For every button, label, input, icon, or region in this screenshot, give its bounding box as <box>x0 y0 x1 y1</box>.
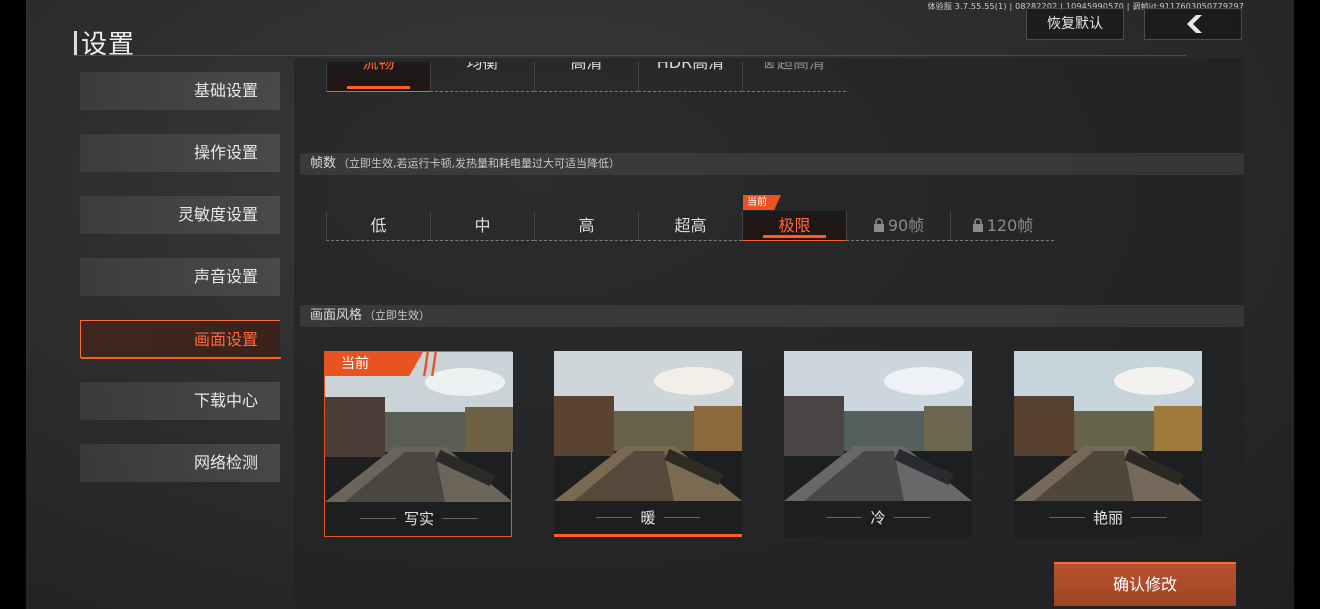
restore-defaults-button[interactable]: 恢复默认 <box>1026 8 1124 40</box>
label-dash <box>359 518 396 519</box>
framerate-option-label: 90帧 <box>887 216 925 235</box>
lock-icon <box>873 218 884 232</box>
sidebar-item-graphics[interactable]: 画面设置 <box>80 320 281 359</box>
framerate-option-low[interactable]: 低 <box>326 211 430 241</box>
quality-option-hdr[interactable]: HDR高清 <box>638 62 742 92</box>
label-dash <box>1131 517 1167 518</box>
sidebar-item-downloads[interactable]: 下载中心 <box>80 382 280 420</box>
label-dash <box>1048 517 1085 518</box>
label-dash <box>663 517 700 518</box>
quality-tabs: 流畅 均衡 高清 HDR高清 ⊠ 超高清 <box>326 62 846 92</box>
style-card-label: 写实 <box>325 504 513 536</box>
framerate-note: （立即生效,若运行卡顿,发热量和耗电量过大可适当降低） <box>338 157 621 170</box>
sidebar-item-basic[interactable]: 基础设置 <box>80 72 280 110</box>
framerate-title: 帧数 <box>310 156 337 171</box>
quality-option-label: HDR高清 <box>656 62 725 72</box>
chevron-left-icon <box>1187 15 1202 33</box>
sidebar-item-sensitivity[interactable]: 灵敏度设置 <box>80 196 280 234</box>
style-card-text: 艳丽 <box>1092 509 1123 527</box>
quality-option-hd[interactable]: 高清 <box>534 62 638 92</box>
settings-screen: 体验服 3.7.55.55(1) | 08282202 | 1094599057… <box>26 0 1294 609</box>
selected-underline <box>347 86 410 89</box>
quality-option-label: 高清 <box>570 62 603 72</box>
quality-option-label: 超高清 <box>776 62 825 72</box>
sidebar-item-network[interactable]: 网络检测 <box>80 444 280 482</box>
framerate-option-120: 120帧 <box>950 211 1054 241</box>
framerate-option-label: 120帧 <box>986 216 1034 235</box>
quality-option-balanced[interactable]: 均衡 <box>430 62 534 92</box>
label-dash <box>442 518 478 519</box>
framerate-option-90: 90帧 <box>846 211 950 241</box>
sidebar-item-controls[interactable]: 操作设置 <box>80 134 280 172</box>
label-dash <box>596 517 633 518</box>
confirm-changes-button[interactable]: 确认修改 <box>1054 562 1236 606</box>
style-preview-image <box>1014 351 1202 501</box>
lock-icon: ⊠ <box>764 62 775 72</box>
style-preview-image <box>554 351 742 501</box>
style-note: （立即生效） <box>364 309 431 322</box>
graphics-settings-panel: 流畅 均衡 高清 HDR高清 ⊠ 超高清 帧数 （立即生效,若运行卡顿,发热量和耗电… <box>294 58 1244 609</box>
style-preview-image <box>784 351 972 501</box>
style-card-warm[interactable]: 暖 <box>554 351 742 537</box>
style-card-label: 冷 <box>784 503 972 535</box>
quality-option-label: 均衡 <box>466 62 499 72</box>
back-button[interactable] <box>1144 8 1242 40</box>
style-card-cool[interactable]: 冷 <box>784 351 972 537</box>
style-card-label: 艳丽 <box>1014 503 1202 535</box>
label-dash <box>826 517 863 518</box>
style-header: 画面风格 （立即生效） <box>300 305 1244 327</box>
sidebar-item-audio[interactable]: 声音设置 <box>80 258 280 296</box>
framerate-option-extreme[interactable]: 当前 极限 <box>742 195 846 241</box>
selected-underline <box>763 235 826 238</box>
style-card-text: 写实 <box>403 510 434 528</box>
quality-option-locked-wrap: ⊠ 超高清 <box>764 62 825 72</box>
quality-option-uhd: ⊠ 超高清 <box>742 62 846 92</box>
style-card-label: 暖 <box>554 503 742 535</box>
style-card-text: 暖 <box>640 509 656 527</box>
framerate-option-label: 极限 <box>778 216 811 235</box>
style-card-text: 冷 <box>870 509 886 527</box>
lock-icon <box>972 218 983 232</box>
framerate-header: 帧数 （立即生效,若运行卡顿,发热量和耗电量过大可适当降低） <box>300 153 1244 175</box>
quality-option-label: 流畅 <box>362 62 395 72</box>
title-accent-bar <box>74 31 77 55</box>
style-card-realistic[interactable]: 当前 写实 <box>324 351 513 537</box>
framerate-option-ultra[interactable]: 超高 <box>638 211 742 241</box>
framerate-tabs: 低 中 高 超高 当前 极限 90帧 120帧 <box>326 195 1054 241</box>
framerate-option-high[interactable]: 高 <box>534 211 638 241</box>
style-card-vivid[interactable]: 艳丽 <box>1014 351 1202 537</box>
quality-option-smooth[interactable]: 流畅 <box>326 62 430 92</box>
current-tag: 当前 <box>325 352 423 376</box>
framerate-option-medium[interactable]: 中 <box>430 211 534 241</box>
current-tag: 当前 <box>743 195 781 210</box>
style-title: 画面风格 <box>310 308 363 323</box>
title-divider <box>74 55 1186 56</box>
label-dash <box>893 517 930 518</box>
